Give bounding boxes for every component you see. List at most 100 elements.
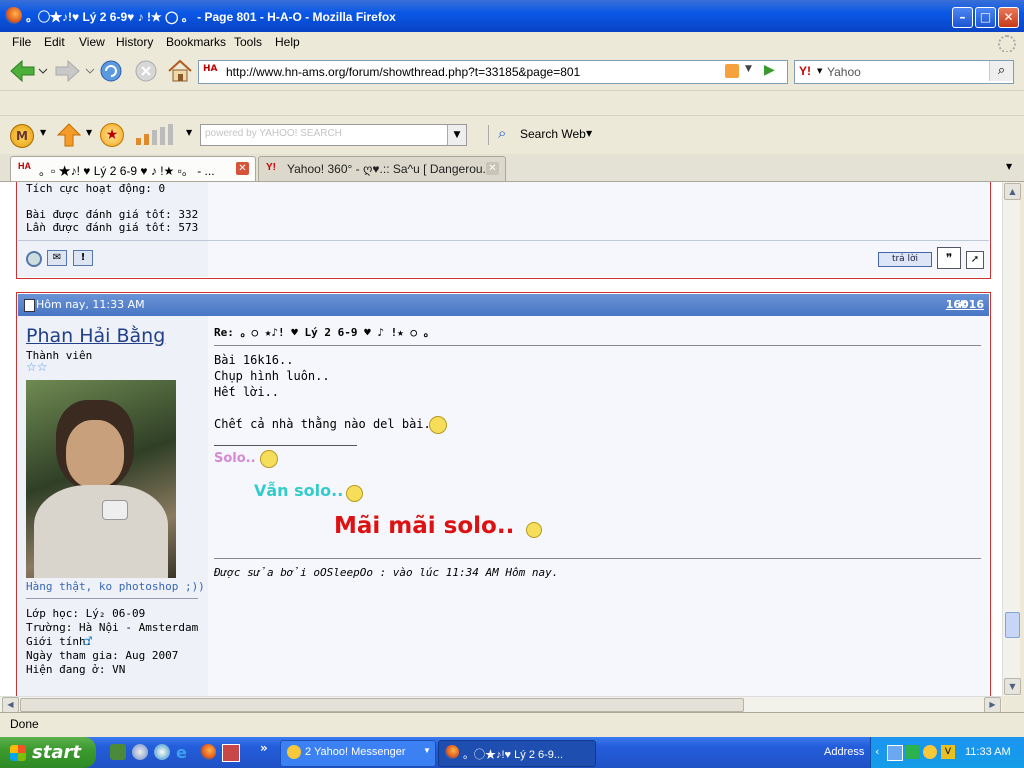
quicklaunch-media-icon[interactable] (132, 744, 148, 760)
send-message-icon[interactable]: ✉ (47, 250, 67, 266)
search-web-icon[interactable]: ⌕ (498, 124, 506, 142)
previous-post: Tích cực hoạt động: 0 Bài được đánh giá … (16, 182, 991, 279)
task-group-dropdown-icon[interactable]: ▼ (423, 746, 431, 755)
yahoo-search-placeholder: powered by YAHOO! SEARCH (205, 128, 342, 139)
yahoo-engine-icon[interactable]: Y! (799, 64, 811, 78)
reply-button[interactable]: trả lời (878, 252, 932, 267)
back-icon[interactable] (8, 58, 48, 84)
go-icon[interactable]: ▶ (764, 62, 775, 78)
messenger-tray-icon[interactable] (923, 745, 937, 759)
stop-icon[interactable] (134, 58, 160, 84)
scroll-down-icon[interactable]: ▼ (1004, 678, 1021, 695)
task-firefox[interactable]: 。◯★♪!♥ Lý 2 6-9... (438, 740, 596, 767)
avatar (26, 380, 176, 578)
divider (26, 598, 198, 599)
menu-tools[interactable]: Tools (234, 35, 262, 49)
up-arrow-icon[interactable] (56, 122, 82, 148)
quote-icon[interactable]: ❞ (937, 247, 961, 269)
horizontal-scroll-thumb[interactable] (20, 698, 744, 712)
prev-activity: Tích cực hoạt động: 0 (26, 182, 166, 195)
user-location: Hiện đang ở: VN (26, 663, 126, 676)
quicklaunch-paint-icon[interactable] (222, 744, 240, 762)
prev-post-tools: ✉ ! (18, 241, 209, 277)
maximize-button[interactable]: □ (975, 7, 996, 28)
messenger-menu-icon[interactable]: M (10, 124, 34, 148)
minimize-button[interactable]: – (952, 7, 973, 28)
home-icon[interactable] (166, 57, 194, 85)
tab-yahoo-favicon: Y! (266, 162, 276, 173)
post-header-bar: Hôm nay, 11:33 AM # 16016 (18, 294, 989, 316)
tab-close-icon[interactable]: ✕ (486, 162, 499, 175)
search-web-dropdown-icon[interactable]: ▼ (586, 129, 592, 138)
tab-forum[interactable]: HA 。▫ ★♪! ♥ Lý 2 6-9 ♥ ♪ !★ ▫。 - ... ✕ (10, 156, 256, 181)
engine-dropdown-icon[interactable]: ▼ (817, 67, 822, 75)
tab-close-icon[interactable]: ✕ (236, 162, 249, 175)
username-link[interactable]: Phan Hải Bằng (26, 325, 165, 347)
address-toolbar-label[interactable]: Address (824, 746, 864, 758)
task-yahoo-messenger-label[interactable]: 2 Yahoo! Messenger (305, 746, 406, 758)
menu-edit[interactable]: Edit (44, 35, 65, 49)
search-box[interactable]: Y! ▼ Yahoo ⌕ (794, 60, 1014, 84)
url-bar[interactable]: HA http://www.hn-ams.org/forum/showthrea… (198, 60, 788, 84)
yahoo-search-dropdown-icon[interactable]: ▼ (447, 125, 466, 145)
thinking-smiley-icon (429, 416, 447, 434)
tab-list-icon[interactable]: ▼ (1006, 162, 1012, 171)
messenger-icon (287, 745, 301, 759)
menu-help[interactable]: Help (275, 35, 300, 49)
menu-history[interactable]: History (116, 35, 153, 49)
task-yahoo-messenger[interactable]: 2 Yahoo! Messenger ▼ (280, 740, 436, 767)
multiquote-icon[interactable]: ➚ (966, 251, 984, 269)
task-firefox-label[interactable]: 。◯★♪!♥ Lý 2 6-9... (463, 746, 563, 762)
menu-file[interactable]: File (12, 35, 31, 49)
menu-view[interactable]: View (79, 35, 105, 49)
start-label[interactable]: start (32, 742, 81, 763)
tab-yahoo360[interactable]: Y! Yahoo! 360° - ღ♥.:: Sa^u [ Dangerou..… (258, 156, 506, 181)
horizontal-scrollbar[interactable]: ◀ ▶ (0, 696, 1002, 713)
quicklaunch-firefox-icon[interactable] (200, 744, 216, 760)
reply-button-label[interactable]: trả lời (892, 254, 918, 264)
scroll-up-icon[interactable]: ▲ (1004, 183, 1021, 200)
tray-expand-icon[interactable]: ‹ (875, 745, 879, 758)
clock: 11:33 AM (965, 746, 1011, 758)
start-button[interactable]: start (0, 737, 96, 768)
prev-post-body (208, 182, 989, 240)
tray-app-icon[interactable] (905, 745, 919, 759)
post-line-3: Hết lời.. (214, 385, 280, 399)
tray-v-icon[interactable]: V (941, 745, 955, 759)
network-icon[interactable] (887, 745, 903, 761)
tab-yahoo360-label[interactable]: Yahoo! 360° - ღ♥.:: Sa^u [ Dangerou... (287, 162, 493, 176)
post-userinfo: Phan Hải Bằng Thành viên ☆☆ Hàng thật, k… (18, 316, 209, 696)
url-text[interactable]: http://www.hn-ams.org/forum/showthread.p… (226, 65, 580, 79)
quicklaunch-more-icon[interactable]: » (260, 741, 268, 755)
system-tray: ‹ V 11:33 AM (870, 737, 1024, 768)
post-number-link[interactable]: 16016 (946, 298, 984, 311)
messenger-dropdown-icon[interactable]: ▼ (40, 128, 46, 137)
vertical-scrollbar[interactable]: ▲ ▼ (1002, 182, 1021, 696)
scroll-right-icon[interactable]: ▶ (984, 697, 1001, 713)
smiley-icon (346, 485, 363, 502)
divider (214, 345, 981, 346)
search-icon[interactable]: ⌕ (989, 61, 1013, 81)
menu-bookmarks[interactable]: Bookmarks (166, 35, 226, 49)
reload-icon[interactable] (98, 58, 126, 84)
rss-feed-icon[interactable] (725, 64, 739, 78)
url-dropdown-icon[interactable]: ▼ (745, 64, 752, 74)
star-bookmark-icon[interactable]: ★ (100, 123, 124, 147)
quicklaunch-desktop-icon[interactable] (110, 744, 126, 760)
report-post-icon[interactable]: ! (73, 250, 93, 266)
close-button[interactable]: ✕ (998, 7, 1019, 28)
vertical-scroll-thumb[interactable] (1005, 612, 1020, 638)
edit-note: Được sửa bởi oOSleepOo : vào lúc 11:34 A… (214, 566, 559, 579)
quicklaunch-browser-icon[interactable] (154, 744, 170, 760)
signal-dropdown-icon[interactable]: ▼ (186, 128, 192, 137)
scroll-left-icon[interactable]: ◀ (2, 697, 19, 713)
forward-icon[interactable] (52, 58, 96, 84)
prev-post-userinfo: Tích cực hoạt động: 0 Bài được đánh giá … (18, 182, 209, 240)
search-web-button[interactable]: Search Web (520, 127, 586, 141)
signature-solo-1: Solo.. (214, 451, 256, 466)
quicklaunch-ie-icon[interactable]: e (176, 743, 194, 762)
up-dropdown-icon[interactable]: ▼ (86, 128, 92, 137)
tab-forum-label[interactable]: 。▫ ★♪! ♥ Lý 2 6-9 ♥ ♪ !★ ▫。 - ... (39, 162, 215, 179)
yahoo-search-input[interactable]: powered by YAHOO! SEARCH ▼ (200, 124, 467, 146)
post-line-1: Bài 16k16.. (214, 353, 294, 367)
